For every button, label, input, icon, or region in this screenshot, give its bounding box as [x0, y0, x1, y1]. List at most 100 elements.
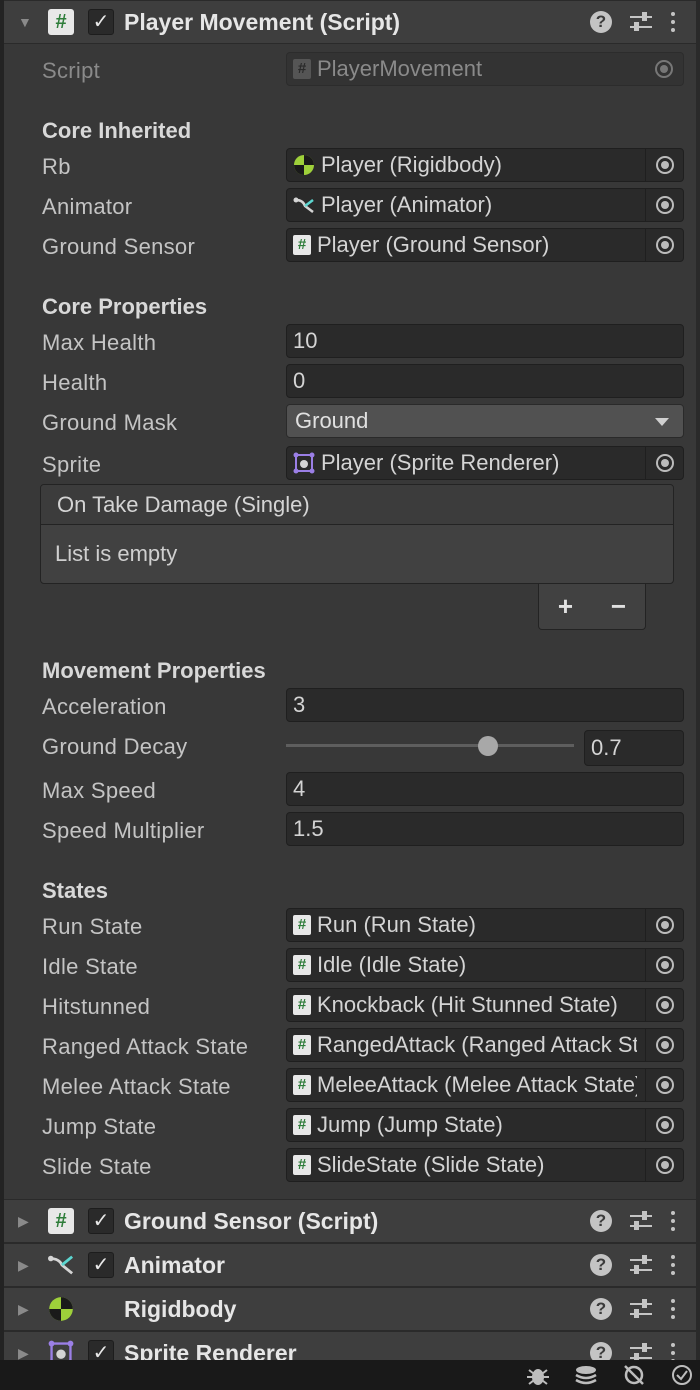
script-file-icon: # [293, 59, 311, 79]
run-state-value: Run (Run State) [317, 912, 476, 937]
status-bar [0, 1360, 700, 1390]
panel-right-edge [696, 0, 700, 1390]
context-menu-icon[interactable] [670, 1211, 676, 1231]
sprite-field[interactable]: Player (Sprite Renderer) [286, 446, 684, 480]
idle-state-field[interactable]: # Idle (Idle State) [286, 948, 684, 982]
object-picker-icon[interactable] [645, 1109, 683, 1141]
script-value: PlayerMovement [317, 56, 483, 81]
help-icon[interactable]: ? [590, 1254, 612, 1276]
sprite-label: Sprite [42, 452, 102, 477]
script-file-icon: # [293, 1115, 311, 1135]
debug-bug-icon[interactable] [524, 1364, 552, 1386]
acceleration-value: 3 [293, 692, 306, 717]
speed-multiplier-label: Speed Multiplier [42, 818, 205, 843]
rb-label: Rb [42, 154, 71, 179]
object-picker-icon[interactable] [645, 229, 683, 261]
presets-icon[interactable] [630, 11, 652, 33]
slide-state-field[interactable]: # SlideState (Slide State) [286, 1148, 684, 1182]
layers-icon[interactable] [572, 1364, 600, 1386]
object-picker-icon[interactable] [645, 909, 683, 941]
ground-mask-dropdown[interactable]: Ground [286, 404, 684, 438]
script-file-icon: # [293, 235, 311, 255]
script-file-icon: # [293, 955, 311, 975]
ranged-attack-state-field[interactable]: # RangedAttack (Ranged Attack State) [286, 1028, 684, 1062]
ground-decay-slider-track[interactable] [286, 744, 574, 747]
component-header-player-movement[interactable]: ▼ # ✓ Player Movement (Script) ? [4, 0, 696, 44]
foldout-closed-icon[interactable]: ▶ [18, 1345, 32, 1362]
ground-decay-slider-thumb[interactable] [477, 736, 498, 756]
header-actions: ? [590, 1210, 676, 1232]
ground-sensor-field[interactable]: # Player (Ground Sensor) [286, 228, 684, 262]
header-actions: ? [590, 1254, 676, 1276]
sprite-value: Player (Sprite Renderer) [321, 450, 560, 475]
ground-decay-label: Ground Decay [42, 734, 188, 759]
rb-value: Player (Rigidbody) [321, 152, 502, 177]
animator-field[interactable]: Player (Animator) [286, 188, 684, 222]
health-value: 0 [293, 368, 306, 393]
remove-listener-button[interactable]: − [611, 591, 626, 622]
max-speed-label: Max Speed [42, 778, 156, 803]
object-picker-icon[interactable] [645, 949, 683, 981]
rigidbody-icon [48, 1296, 74, 1322]
header-actions: ? [590, 1298, 676, 1320]
object-picker-icon[interactable] [645, 1029, 683, 1061]
presets-icon[interactable] [630, 1254, 652, 1276]
visibility-toggle-icon[interactable] [620, 1364, 648, 1386]
animator-icon [293, 197, 314, 213]
slide-state-value: SlideState (Slide State) [317, 1152, 545, 1177]
melee-attack-state-value: MeleeAttack (Melee Attack State) [317, 1072, 637, 1097]
rb-field[interactable]: Player (Rigidbody) [286, 148, 684, 182]
add-listener-button[interactable]: + [558, 591, 573, 622]
help-icon[interactable]: ? [590, 1210, 612, 1232]
object-picker-icon[interactable] [645, 149, 683, 181]
section-states: States [42, 878, 109, 903]
status-check-icon[interactable] [668, 1364, 696, 1386]
foldout-open-icon[interactable]: ▼ [18, 14, 32, 30]
speed-multiplier-input[interactable]: 1.5 [286, 812, 684, 846]
help-icon[interactable]: ? [590, 1298, 612, 1320]
panel-left-edge [0, 0, 4, 1390]
presets-icon[interactable] [630, 1298, 652, 1320]
object-picker-icon[interactable] [645, 989, 683, 1021]
max-speed-value: 4 [293, 776, 306, 801]
melee-attack-state-label: Melee Attack State [42, 1074, 231, 1099]
context-menu-icon[interactable] [670, 1255, 676, 1275]
max-health-input[interactable]: 10 [286, 324, 684, 358]
jump-state-field[interactable]: # Jump (Jump State) [286, 1108, 684, 1142]
foldout-closed-icon[interactable]: ▶ [18, 1257, 32, 1274]
component-title: Ground Sensor (Script) [124, 1207, 379, 1234]
max-speed-input[interactable]: 4 [286, 772, 684, 806]
component-header-ground-sensor[interactable]: ▶ # ✓ Ground Sensor (Script) ? [4, 1199, 696, 1243]
component-title: Animator [124, 1251, 225, 1278]
foldout-closed-icon[interactable]: ▶ [18, 1213, 32, 1230]
object-picker-icon[interactable] [645, 189, 683, 221]
presets-icon[interactable] [630, 1210, 652, 1232]
header-actions: ? [590, 11, 676, 33]
hitstunned-field[interactable]: # Knockback (Hit Stunned State) [286, 988, 684, 1022]
object-picker-icon[interactable] [645, 1069, 683, 1101]
foldout-closed-icon[interactable]: ▶ [18, 1301, 32, 1318]
object-picker-icon[interactable] [645, 1149, 683, 1181]
ground-sensor-label: Ground Sensor [42, 234, 196, 259]
context-menu-icon[interactable] [670, 12, 676, 32]
acceleration-input[interactable]: 3 [286, 688, 684, 722]
event-header: On Take Damage (Single) [41, 485, 673, 525]
ground-decay-input[interactable]: 0.7 [584, 730, 684, 766]
context-menu-icon[interactable] [670, 1299, 676, 1319]
max-health-label: Max Health [42, 330, 157, 355]
acceleration-label: Acceleration [42, 694, 167, 719]
section-movement-properties: Movement Properties [42, 658, 266, 683]
enabled-checkbox[interactable]: ✓ [88, 9, 114, 35]
enabled-checkbox[interactable]: ✓ [88, 1208, 114, 1234]
component-header-rigidbody[interactable]: ▶ Rigidbody ? [4, 1287, 696, 1331]
object-picker-icon[interactable] [645, 447, 683, 479]
enabled-checkbox[interactable]: ✓ [88, 1252, 114, 1278]
component-header-animator[interactable]: ▶ ✓ Animator ? [4, 1243, 696, 1287]
help-icon[interactable]: ? [590, 11, 612, 33]
sprite-renderer-icon [293, 452, 315, 474]
script-file-icon: # [293, 1035, 311, 1055]
health-input[interactable]: 0 [286, 364, 684, 398]
melee-attack-state-field[interactable]: # MeleeAttack (Melee Attack State) [286, 1068, 684, 1102]
jump-state-label: Jump State [42, 1114, 157, 1139]
run-state-field[interactable]: # Run (Run State) [286, 908, 684, 942]
